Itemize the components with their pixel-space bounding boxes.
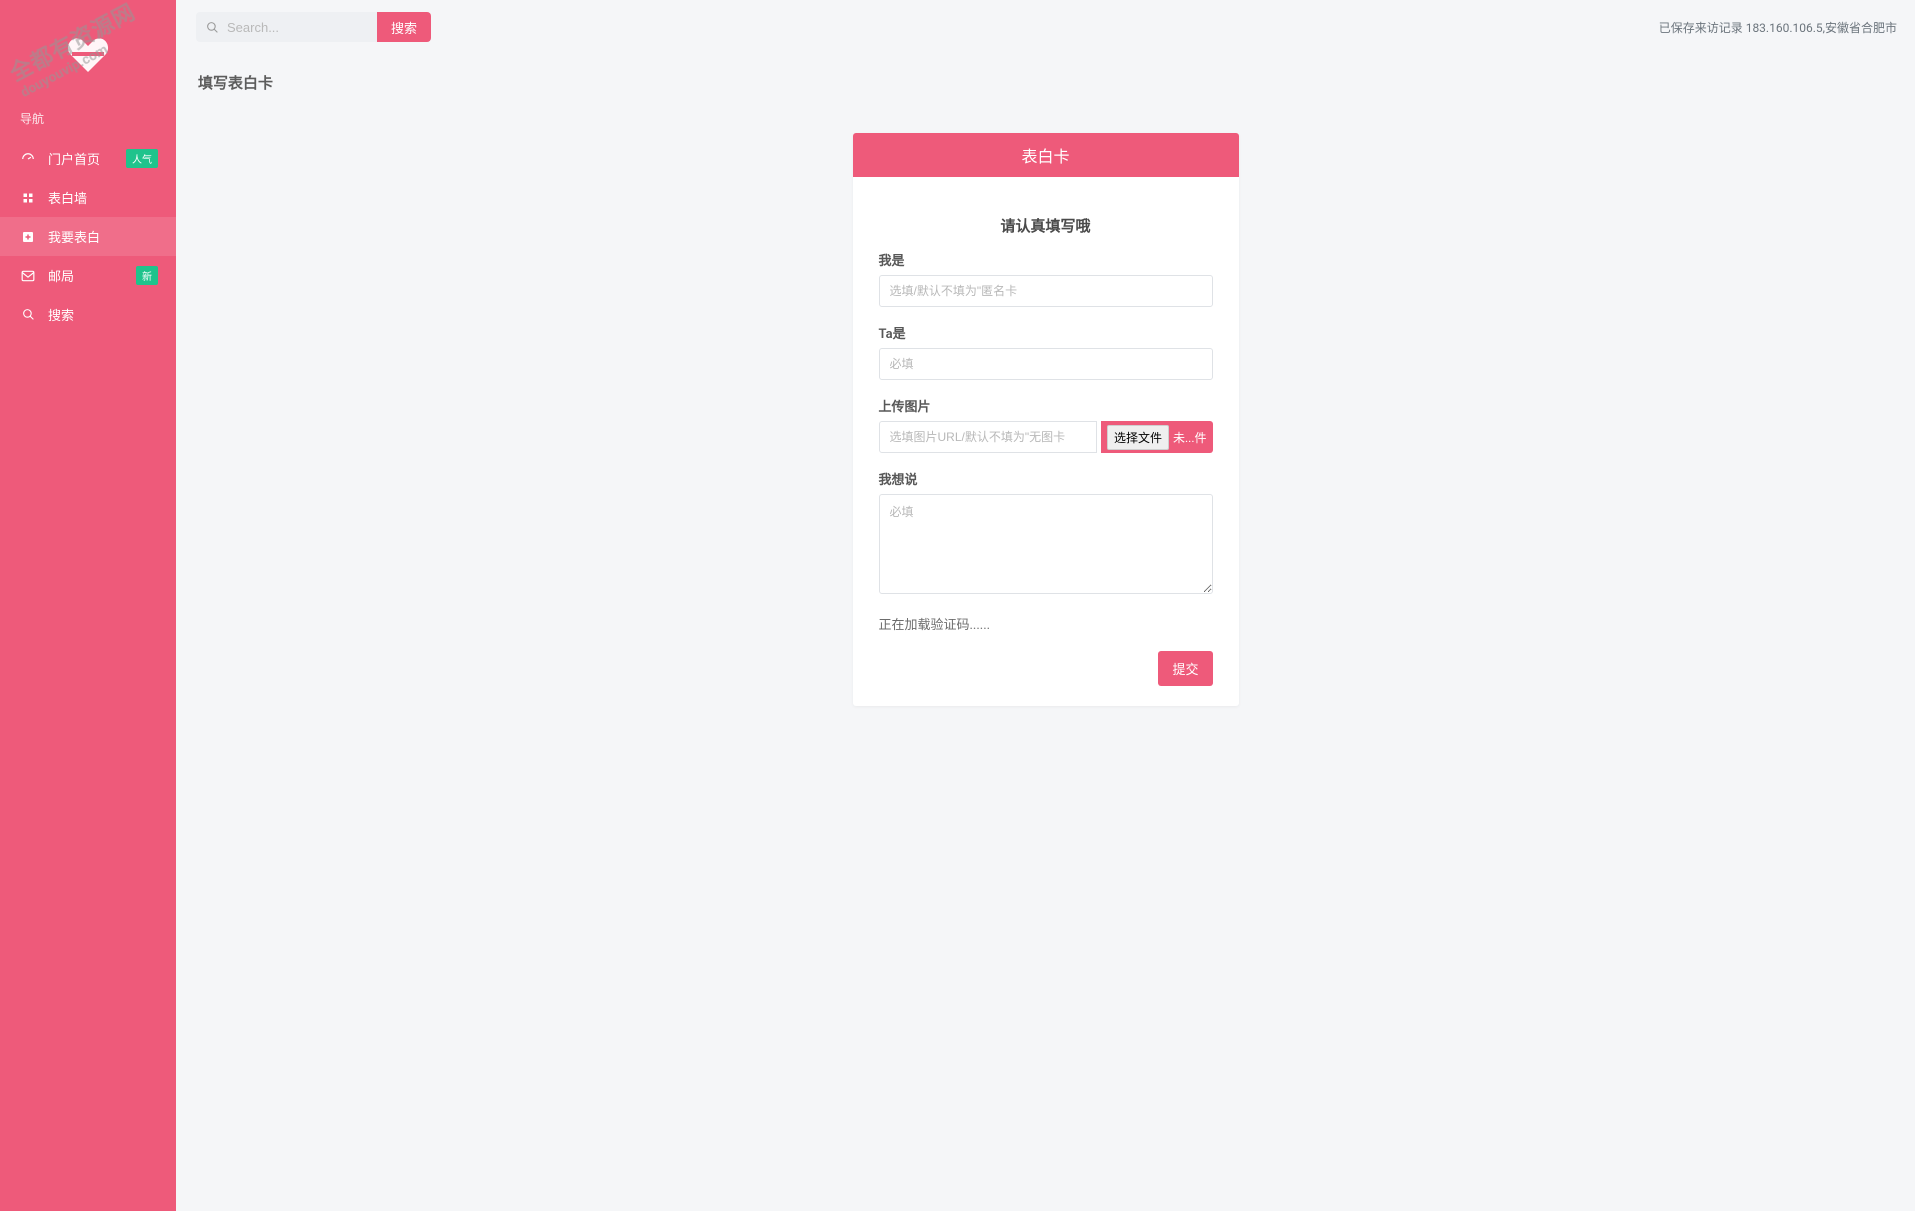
mail-icon: [20, 268, 36, 284]
plus-square-icon: [20, 229, 36, 245]
badge-popular: 人气: [126, 149, 158, 168]
heart-logo-icon: [66, 36, 110, 72]
file-choose-button[interactable]: 选择文件: [1107, 425, 1169, 450]
search-group: 搜索: [196, 12, 431, 42]
sidebar-item-search[interactable]: 搜索: [0, 295, 176, 334]
sidebar-item-wall[interactable]: 表白墙: [0, 178, 176, 217]
input-from[interactable]: [879, 275, 1213, 307]
sidebar: 导航 门户首页 人气 表白墙 我要表白 邮局 新: [0, 0, 176, 1211]
grid-icon: [20, 190, 36, 206]
submit-button[interactable]: 提交: [1158, 651, 1212, 686]
sidebar-item-label: 搜索: [48, 305, 74, 324]
sidebar-item-post[interactable]: 邮局 新: [0, 256, 176, 295]
textarea-message[interactable]: [879, 494, 1213, 594]
visit-record: 已保存来访记录 183.160.106.5,安徽省合肥市: [1659, 19, 1903, 36]
sidebar-item-label: 门户首页: [48, 149, 100, 168]
captcha-loading: 正在加载验证码......: [879, 614, 1213, 633]
main: 搜索 已保存来访记录 183.160.106.5,安徽省合肥市 填写表白卡 表白…: [176, 0, 1915, 1211]
sidebar-section-header: 导航: [0, 102, 176, 135]
topbar: 搜索 已保存来访记录 183.160.106.5,安徽省合肥市: [176, 0, 1915, 54]
label-from: 我是: [879, 250, 1213, 269]
content: 填写表白卡 表白卡 请认真填写哦 我是 Ta是: [176, 54, 1915, 736]
confession-card: 表白卡 请认真填写哦 我是 Ta是 上传图片: [853, 133, 1239, 706]
search-button[interactable]: 搜索: [377, 12, 431, 42]
label-to: Ta是: [879, 323, 1213, 342]
sidebar-item-label: 表白墙: [48, 188, 87, 207]
form-title: 请认真填写哦: [879, 215, 1213, 236]
logo: [0, 16, 176, 102]
input-to[interactable]: [879, 348, 1213, 380]
dashboard-icon: [20, 151, 36, 167]
file-status: 未...件: [1173, 429, 1207, 446]
page-title: 填写表白卡: [198, 72, 1893, 93]
search-input-icon: [206, 21, 219, 34]
label-upload: 上传图片: [879, 396, 1213, 415]
sidebar-item-label: 我要表白: [48, 227, 100, 246]
badge-new: 新: [136, 266, 158, 285]
search-wrap: [196, 12, 377, 42]
search-input[interactable]: [227, 20, 367, 35]
sidebar-item-label: 邮局: [48, 266, 74, 285]
input-image-url[interactable]: [879, 421, 1097, 453]
search-icon: [20, 307, 36, 323]
label-message: 我想说: [879, 469, 1213, 488]
card-header: 表白卡: [853, 133, 1239, 177]
card-body: 请认真填写哦 我是 Ta是 上传图片: [853, 177, 1239, 706]
file-chooser-wrap: 选择文件 未...件: [1101, 421, 1213, 453]
sidebar-item-home[interactable]: 门户首页 人气: [0, 139, 176, 178]
sidebar-item-confess[interactable]: 我要表白: [0, 217, 176, 256]
